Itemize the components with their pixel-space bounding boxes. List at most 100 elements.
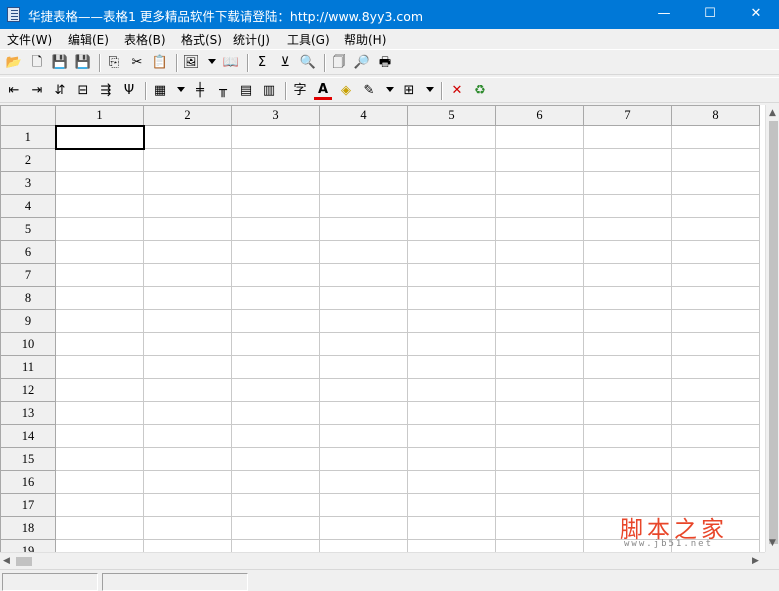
grid-cell[interactable] — [407, 217, 496, 241]
grid-cell[interactable] — [319, 148, 408, 172]
grid-cell[interactable] — [583, 148, 672, 172]
grid-cell[interactable] — [407, 194, 496, 218]
grid-cell[interactable] — [495, 424, 584, 448]
open-folder-icon[interactable]: 📂 — [5, 54, 23, 72]
column-merge-icon[interactable]: ╥ — [214, 82, 232, 100]
grid-cell[interactable] — [495, 539, 584, 552]
paste-icon[interactable]: 📋 — [151, 54, 169, 72]
grid-cell[interactable] — [583, 424, 672, 448]
grid-cell[interactable] — [319, 194, 408, 218]
grid-cell[interactable] — [407, 332, 496, 356]
grid-cell[interactable] — [495, 125, 584, 149]
grid-cell[interactable] — [55, 217, 144, 241]
new-document-icon[interactable]: 🗋 — [28, 54, 46, 72]
row-header-10[interactable]: 10 — [0, 332, 56, 356]
grid-cell[interactable] — [143, 539, 232, 552]
print-icon[interactable]: 🖶 — [376, 54, 394, 72]
grid-cell[interactable] — [495, 447, 584, 471]
grid-cell[interactable] — [583, 539, 672, 552]
merge-cell-icon[interactable]: Ψ — [120, 82, 138, 100]
delete-icon[interactable]: ✕ — [448, 82, 466, 100]
grid-cell[interactable] — [231, 493, 320, 517]
cut-icon[interactable]: ✂ — [128, 54, 146, 72]
grid-cell[interactable] — [583, 401, 672, 425]
print-preview-icon[interactable]: 🔎 — [353, 54, 371, 72]
grid-cell[interactable] — [231, 378, 320, 402]
grid-cell[interactable] — [319, 516, 408, 540]
grid-cell[interactable] — [495, 240, 584, 264]
row-header-14[interactable]: 14 — [0, 424, 56, 448]
picture-dropdown-icon[interactable] — [208, 59, 216, 64]
insert-column-icon[interactable]: ⇥ — [28, 82, 46, 100]
grid-cell[interactable] — [319, 332, 408, 356]
scroll-up-icon[interactable]: ▲ — [769, 108, 776, 118]
grid-cell[interactable] — [671, 240, 760, 264]
grid-cell[interactable] — [55, 493, 144, 517]
grid-cell[interactable] — [495, 355, 584, 379]
grid-cell[interactable] — [407, 355, 496, 379]
row-header-9[interactable]: 9 — [0, 309, 56, 333]
grid-cell[interactable] — [671, 424, 760, 448]
grid-cell[interactable] — [231, 194, 320, 218]
grid-cell[interactable] — [319, 493, 408, 517]
grid-cell[interactable] — [143, 125, 232, 149]
delete-row-icon[interactable]: ⇵ — [51, 82, 69, 100]
horizontal-scrollbar[interactable]: ◀ ▶ — [0, 552, 765, 569]
corner-header[interactable] — [0, 105, 56, 126]
grid-cell[interactable] — [407, 286, 496, 310]
grid-cell[interactable] — [407, 539, 496, 552]
clear-icon[interactable]: ♻ — [471, 82, 489, 100]
column-header-8[interactable]: 8 — [671, 105, 760, 126]
column-header-7[interactable]: 7 — [583, 105, 672, 126]
grid-cell[interactable] — [143, 240, 232, 264]
save-as-icon[interactable]: 💾 — [74, 54, 92, 72]
grid-cell[interactable] — [407, 240, 496, 264]
grid-cell[interactable] — [671, 355, 760, 379]
grid-cell[interactable] — [671, 194, 760, 218]
grid-cell[interactable] — [583, 332, 672, 356]
menu-stats[interactable]: 统计(J) — [233, 31, 270, 48]
grid-cell[interactable] — [583, 194, 672, 218]
column-header-1[interactable]: 1 — [55, 105, 144, 126]
grid-cell[interactable] — [55, 286, 144, 310]
grid-cell[interactable] — [143, 194, 232, 218]
row-header-16[interactable]: 16 — [0, 470, 56, 494]
grid-cell[interactable] — [583, 516, 672, 540]
grid-cell[interactable] — [319, 447, 408, 471]
row-header-8[interactable]: 8 — [0, 286, 56, 310]
grid-cell[interactable] — [583, 493, 672, 517]
grid-cell[interactable] — [671, 125, 760, 149]
row-header-1[interactable]: 1 — [0, 125, 56, 149]
grid-cell[interactable] — [143, 424, 232, 448]
grid-cell[interactable] — [583, 309, 672, 333]
column-header-2[interactable]: 2 — [143, 105, 232, 126]
grid-cell[interactable] — [495, 217, 584, 241]
grid-cell[interactable] — [671, 171, 760, 195]
vertical-scroll-thumb[interactable] — [769, 121, 778, 544]
grid-cell[interactable] — [143, 447, 232, 471]
row-header-17[interactable]: 17 — [0, 493, 56, 517]
row-header-4[interactable]: 4 — [0, 194, 56, 218]
grid-cell[interactable] — [55, 171, 144, 195]
table-style-icon[interactable]: ▤ — [237, 82, 255, 100]
grid-cell[interactable] — [671, 332, 760, 356]
grid-cell[interactable] — [55, 424, 144, 448]
grid-cell[interactable] — [55, 539, 144, 552]
grid-cell[interactable] — [143, 309, 232, 333]
scroll-right-icon[interactable]: ▶ — [752, 556, 759, 566]
grid-cell[interactable] — [495, 309, 584, 333]
grid-cell[interactable] — [143, 286, 232, 310]
menu-format[interactable]: 格式(S) — [181, 31, 222, 48]
grid-cell[interactable] — [55, 309, 144, 333]
grid-cell[interactable] — [231, 240, 320, 264]
grid-cell[interactable] — [231, 447, 320, 471]
grid-cell[interactable] — [495, 194, 584, 218]
table-format-icon[interactable]: ▥ — [260, 82, 278, 100]
fill-color-icon[interactable]: ◈ — [337, 82, 355, 100]
column-header-6[interactable]: 6 — [495, 105, 584, 126]
grid-cell[interactable] — [319, 355, 408, 379]
filter-icon[interactable]: ⊻ — [276, 54, 294, 72]
column-header-3[interactable]: 3 — [231, 105, 320, 126]
grid-cell[interactable] — [55, 332, 144, 356]
grid-cell[interactable] — [55, 401, 144, 425]
